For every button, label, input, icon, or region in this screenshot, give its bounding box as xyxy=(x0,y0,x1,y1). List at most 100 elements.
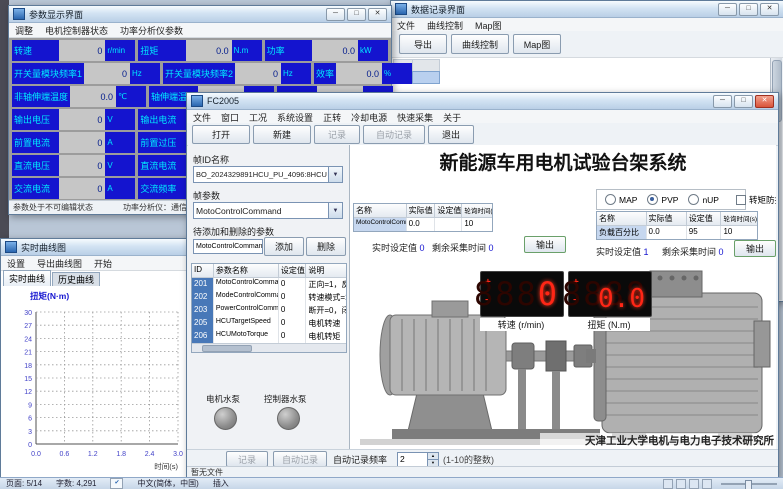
insert-mode[interactable]: 插入 xyxy=(213,478,229,489)
spellcheck-icon[interactable]: ✔ xyxy=(110,478,123,489)
maximize-icon[interactable]: □ xyxy=(739,3,758,16)
table-row[interactable]: 201 MotoControlCommand 0 正向=1，反向 xyxy=(192,278,346,291)
menu-export-curve[interactable]: 导出曲线图 xyxy=(37,257,82,270)
auto-record-button-bottom[interactable]: 自动记录 xyxy=(273,451,327,467)
tab-history-curve[interactable]: 历史曲线 xyxy=(52,272,100,286)
auto-record-button[interactable]: 自动记录 xyxy=(363,125,425,144)
curve-titlebar[interactable]: 实时曲线图 xyxy=(1,239,193,256)
table-row[interactable]: MotoControlCommand 0.0 10 xyxy=(354,218,492,231)
table-row[interactable]: 203 PowerControlCommand 0 断开=0，闭合 xyxy=(192,304,346,317)
torque-checkbox[interactable]: 转矩防抖 xyxy=(736,194,776,206)
map-button[interactable]: Map图 xyxy=(513,34,561,54)
maximize-icon[interactable]: □ xyxy=(734,95,753,108)
fc2005-window[interactable]: FC2005 ─ □ ✕ 文件 窗口 工况 系统设置 正转 冷却电源 快速采集 … xyxy=(186,92,779,479)
output-button-right[interactable]: 输出 xyxy=(734,240,776,257)
fc2005-titlebar[interactable]: FC2005 ─ □ ✕ xyxy=(187,93,778,110)
torque-display: + − 8888 0.0 xyxy=(568,271,652,317)
col-header-name[interactable]: 名称 xyxy=(597,212,647,226)
controller-pump-knob[interactable] xyxy=(277,407,300,430)
chevron-down-icon[interactable]: ▼ xyxy=(328,167,342,182)
record-button[interactable]: 记录 xyxy=(314,125,360,144)
view-mode-icon[interactable] xyxy=(689,479,699,489)
radio-pvp[interactable]: PVP xyxy=(647,194,678,205)
zoom-slider-knob[interactable] xyxy=(745,480,752,489)
menu-cooling-power[interactable]: 冷却电源 xyxy=(351,111,387,124)
exit-button[interactable]: 退出 xyxy=(428,125,474,144)
menu-forward[interactable]: 正转 xyxy=(323,111,341,124)
col-header-id[interactable]: ID xyxy=(192,264,214,278)
col-header-set[interactable]: 设定值 xyxy=(687,212,722,226)
horizontal-scrollbar[interactable] xyxy=(192,343,346,352)
col-header-actual[interactable]: 实际值 xyxy=(647,212,687,226)
export-button[interactable]: 导出 xyxy=(399,34,447,54)
minimize-icon[interactable]: ─ xyxy=(326,8,345,21)
scrollbar-thumb[interactable] xyxy=(202,345,252,352)
col-header-desc[interactable]: 说明 xyxy=(306,264,346,278)
minimize-icon[interactable]: ─ xyxy=(713,95,732,108)
cell-set: 0 xyxy=(279,317,307,330)
close-icon[interactable]: ✕ xyxy=(368,8,387,21)
menu-map[interactable]: Map图 xyxy=(475,19,502,32)
parameter-titlebar[interactable]: 参数显示界面 ─ □ ✕ xyxy=(9,6,391,23)
table-row[interactable]: 206 HCUMotoTorque 0 电机转矩 xyxy=(192,330,346,343)
col-header-actual[interactable]: 实际值 xyxy=(407,204,436,218)
grid-selected-cell[interactable] xyxy=(412,71,440,84)
frame-id-combobox[interactable]: BO_2024329891HCU_PU_4096:8HCU ▼ xyxy=(193,166,343,183)
table-row[interactable]: 205 HCUTargetSpeed 0 电机转速 xyxy=(192,317,346,330)
curve-window[interactable]: 实时曲线图 设置 导出曲线图 开始 实时曲线 历史曲线 扭矩(N·m) xyxy=(0,238,194,483)
menu-power-analyzer[interactable]: 功率分析仪参数 xyxy=(120,24,183,37)
minimize-icon[interactable]: ─ xyxy=(718,3,737,16)
menu-fast-acquire[interactable]: 快速采集 xyxy=(397,111,433,124)
motor-pump-knob[interactable] xyxy=(214,407,237,430)
record-button-bottom[interactable]: 记录 xyxy=(226,451,268,467)
data-record-titlebar[interactable]: 数据记录界面 ─ □ ✕ xyxy=(391,1,783,18)
frame-param-combobox[interactable]: MotoControlCommand ▼ xyxy=(193,202,343,219)
menu-system-settings[interactable]: 系统设置 xyxy=(277,111,313,124)
col-header-poll[interactable]: 轮询时间(s) xyxy=(721,212,757,226)
radio-map[interactable]: MAP xyxy=(605,194,637,205)
col-header-name[interactable]: 参数名称 xyxy=(214,264,279,278)
freq-spinner[interactable]: 2 ▲ ▼ xyxy=(397,452,439,467)
cell-set[interactable] xyxy=(435,218,462,231)
menu-about[interactable]: 关于 xyxy=(443,111,461,124)
table-row[interactable]: 负载百分比 0.0 95 10 xyxy=(597,226,757,239)
cell-set[interactable]: 95 xyxy=(687,226,722,239)
menu-curve-control[interactable]: 曲线控制 xyxy=(427,19,463,32)
menu-file[interactable]: 文件 xyxy=(397,19,415,32)
close-icon[interactable]: ✕ xyxy=(755,95,774,108)
curve-control-button[interactable]: 曲线控制 xyxy=(451,34,509,54)
menu-start[interactable]: 开始 xyxy=(94,257,112,270)
col-header-name[interactable]: 名称 xyxy=(354,204,407,218)
add-button[interactable]: 添加 xyxy=(264,237,304,256)
spin-down-icon[interactable]: ▼ xyxy=(428,459,438,466)
output-button-left[interactable]: 输出 xyxy=(524,236,566,253)
radio-nup[interactable]: nUP xyxy=(688,194,719,205)
page-indicator[interactable]: 页面: 5/14 xyxy=(6,478,42,489)
zoom-slider[interactable] xyxy=(721,483,777,485)
speed-display: + − 8888 0 xyxy=(480,271,564,317)
col-header-set[interactable]: 设定值 xyxy=(279,264,307,278)
view-mode-icon[interactable] xyxy=(663,479,673,489)
language-indicator[interactable]: 中文(简体，中国) xyxy=(137,478,198,489)
open-button[interactable]: 打开 xyxy=(192,125,250,144)
view-mode-icon[interactable] xyxy=(676,479,686,489)
freq-value: 2 xyxy=(398,453,427,466)
col-header-poll[interactable]: 轮询时间(s) xyxy=(462,204,492,218)
menu-settings[interactable]: 设置 xyxy=(7,257,25,270)
table-row[interactable]: 202 ModeControlCommand 0 转速模式=1， xyxy=(192,291,346,304)
pending-param-input[interactable]: MotoControlCommand xyxy=(193,239,263,254)
menu-window[interactable]: 窗口 xyxy=(221,111,239,124)
tab-realtime-curve[interactable]: 实时曲线 xyxy=(3,270,51,286)
close-icon[interactable]: ✕ xyxy=(760,3,779,16)
menu-controller-state[interactable]: 电机控制器状态 xyxy=(45,24,108,37)
view-mode-icon[interactable] xyxy=(702,479,712,489)
menu-condition[interactable]: 工况 xyxy=(249,111,267,124)
menu-adjust[interactable]: 调整 xyxy=(15,24,33,37)
maximize-icon[interactable]: □ xyxy=(347,8,366,21)
chevron-down-icon[interactable]: ▼ xyxy=(328,203,342,218)
delete-button[interactable]: 删除 xyxy=(306,237,346,256)
col-header-set[interactable]: 设定值 xyxy=(435,204,462,218)
word-count[interactable]: 字数: 4,291 xyxy=(56,478,96,489)
menu-file[interactable]: 文件 xyxy=(193,111,211,124)
new-button[interactable]: 新建 xyxy=(253,125,311,144)
